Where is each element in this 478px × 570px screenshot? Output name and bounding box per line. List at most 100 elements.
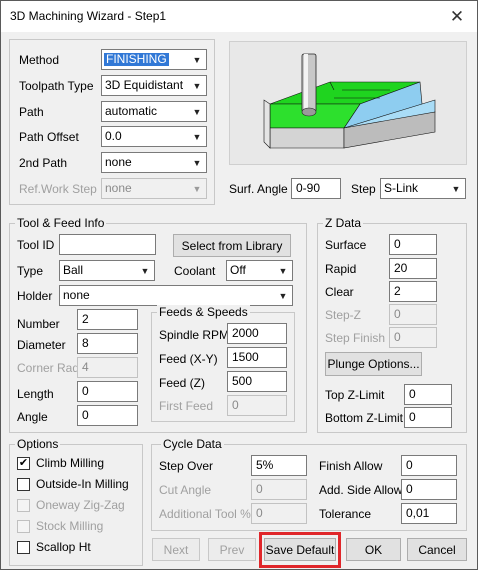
climb-milling-checkbox[interactable]: ✔ Climb Milling (17, 456, 104, 470)
tolerance-input[interactable]: 0,01 (401, 503, 457, 524)
ref-work-step-select[interactable]: none ▼ (101, 178, 207, 199)
bottom-z-limit-label: Bottom Z-Limit (325, 411, 404, 425)
bottom-z-limit-input[interactable]: 0 (404, 407, 452, 428)
type-select[interactable]: Ball ▼ (59, 260, 155, 281)
top-z-limit-label: Top Z-Limit (325, 388, 385, 402)
toolpath-preview-image (229, 41, 467, 165)
climb-milling-label: Climb Milling (36, 456, 105, 470)
ref-work-step-label: Ref.Work Step (19, 182, 97, 196)
feed-z-input[interactable]: 500 (227, 371, 287, 392)
second-path-value: none (105, 155, 132, 169)
path-select[interactable]: automatic ▼ (101, 101, 207, 122)
corner-rad-label: Corner Rad (17, 361, 80, 375)
second-path-select[interactable]: none ▼ (101, 152, 207, 173)
add-side-allow-input[interactable]: 0 (401, 479, 457, 500)
clear-input[interactable]: 2 (389, 281, 437, 302)
checkbox-icon (17, 519, 30, 533)
rapid-input[interactable]: 20 (389, 258, 437, 279)
angle-label: Angle (17, 410, 48, 424)
save-default-button[interactable]: Save Default (264, 538, 336, 561)
wizard-window: 3D Machining Wizard - Step1 ✕ Method FIN… (0, 0, 478, 570)
feed-xy-label: Feed (X-Y) (159, 352, 218, 366)
machining-illustration (263, 53, 436, 149)
close-icon[interactable]: ✕ (437, 1, 477, 32)
length-input[interactable]: 0 (77, 381, 138, 402)
spindle-rpm-input[interactable]: 2000 (227, 323, 287, 344)
chevron-down-icon[interactable]: ▼ (189, 128, 205, 145)
chevron-down-icon[interactable]: ▼ (275, 287, 291, 304)
step-finish-label: Step Finish (325, 331, 386, 345)
additional-tool-input: 0 (251, 503, 307, 524)
coolant-value: Off (230, 263, 246, 277)
plunge-options-button[interactable]: Plunge Options... (325, 352, 422, 376)
stock-milling-label: Stock Milling (36, 519, 104, 533)
toolpath-type-select[interactable]: 3D Equidistant ▼ (101, 75, 207, 96)
path-offset-select[interactable]: 0.0 ▼ (101, 126, 207, 147)
top-z-limit-input[interactable]: 0 (404, 384, 452, 405)
checkbox-icon[interactable] (17, 477, 30, 491)
diameter-input[interactable]: 8 (77, 333, 138, 354)
path-label: Path (19, 105, 44, 119)
corner-rad-input: 4 (77, 357, 138, 378)
step-over-label: Step Over (159, 459, 214, 473)
first-feed-input: 0 (227, 395, 287, 416)
step-select[interactable]: S-Link ▼ (380, 178, 466, 199)
select-from-library-button[interactable]: Select from Library (173, 234, 291, 257)
number-input[interactable]: 2 (77, 309, 138, 330)
surface-input[interactable]: 0 (389, 234, 437, 255)
cycle-data-title: Cycle Data (161, 437, 224, 451)
tool-id-label: Tool ID (17, 238, 55, 252)
path-offset-label: Path Offset (19, 130, 79, 144)
chevron-down-icon: ▼ (189, 180, 205, 197)
feeds-speeds-title: Feeds & Speeds (157, 305, 250, 319)
prev-button: Prev (208, 538, 256, 561)
second-path-label: 2nd Path (19, 156, 68, 170)
chevron-down-icon[interactable]: ▼ (275, 262, 291, 279)
toolpath-type-value: 3D Equidistant (105, 78, 184, 92)
coolant-select[interactable]: Off ▼ (226, 260, 293, 281)
method-select[interactable]: FINISHING ▼ (101, 49, 207, 70)
add-side-allow-label: Add. Side Allow (319, 483, 403, 497)
ref-work-step-value: none (105, 181, 132, 195)
cancel-button[interactable]: Cancel (407, 538, 467, 561)
oneway-zigzag-checkbox: Oneway Zig-Zag (17, 498, 125, 512)
window-title: 3D Machining Wizard - Step1 (10, 9, 167, 23)
chevron-down-icon[interactable]: ▼ (189, 103, 205, 120)
feed-xy-input[interactable]: 1500 (227, 347, 287, 368)
spindle-rpm-label: Spindle RPM (159, 328, 230, 342)
ok-button[interactable]: OK (346, 538, 401, 561)
holder-select[interactable]: none ▼ (59, 285, 293, 306)
method-value: FINISHING (104, 52, 169, 66)
rapid-label: Rapid (325, 262, 357, 276)
cut-angle-input: 0 (251, 479, 307, 500)
tool-id-input[interactable] (59, 234, 156, 255)
first-feed-label: First Feed (159, 399, 214, 413)
chevron-down-icon[interactable]: ▼ (137, 262, 153, 279)
method-label: Method (19, 53, 60, 67)
checkbox-icon[interactable] (17, 540, 30, 554)
surf-angle-input[interactable]: 0-90 (291, 178, 341, 199)
chevron-down-icon[interactable]: ▼ (448, 180, 464, 197)
angle-input[interactable]: 0 (77, 405, 138, 426)
z-data-title: Z Data (323, 216, 364, 230)
coolant-label: Coolant (174, 264, 216, 278)
surf-angle-label: Surf. Angle (229, 182, 288, 196)
finish-allow-input[interactable]: 0 (401, 455, 457, 476)
chevron-down-icon[interactable]: ▼ (189, 77, 205, 94)
finish-allow-label: Finish Allow (319, 459, 383, 473)
scallop-ht-label: Scallop Ht (36, 540, 91, 554)
checkmark-icon[interactable]: ✔ (17, 456, 30, 470)
toolpath-type-label: Toolpath Type (19, 79, 94, 93)
path-offset-value: 0.0 (105, 129, 122, 143)
stock-milling-checkbox: Stock Milling (17, 519, 103, 533)
chevron-down-icon[interactable]: ▼ (189, 51, 205, 68)
checkbox-icon (17, 498, 30, 512)
chevron-down-icon[interactable]: ▼ (189, 154, 205, 171)
outside-in-milling-checkbox[interactable]: Outside-In Milling (17, 477, 129, 491)
scallop-ht-checkbox[interactable]: Scallop Ht (17, 540, 91, 554)
oneway-zigzag-label: Oneway Zig-Zag (36, 498, 125, 512)
step-over-input[interactable]: 5% (251, 455, 307, 476)
cut-angle-label: Cut Angle (159, 483, 212, 497)
number-label: Number (17, 317, 60, 331)
step-label: Step (351, 182, 376, 196)
